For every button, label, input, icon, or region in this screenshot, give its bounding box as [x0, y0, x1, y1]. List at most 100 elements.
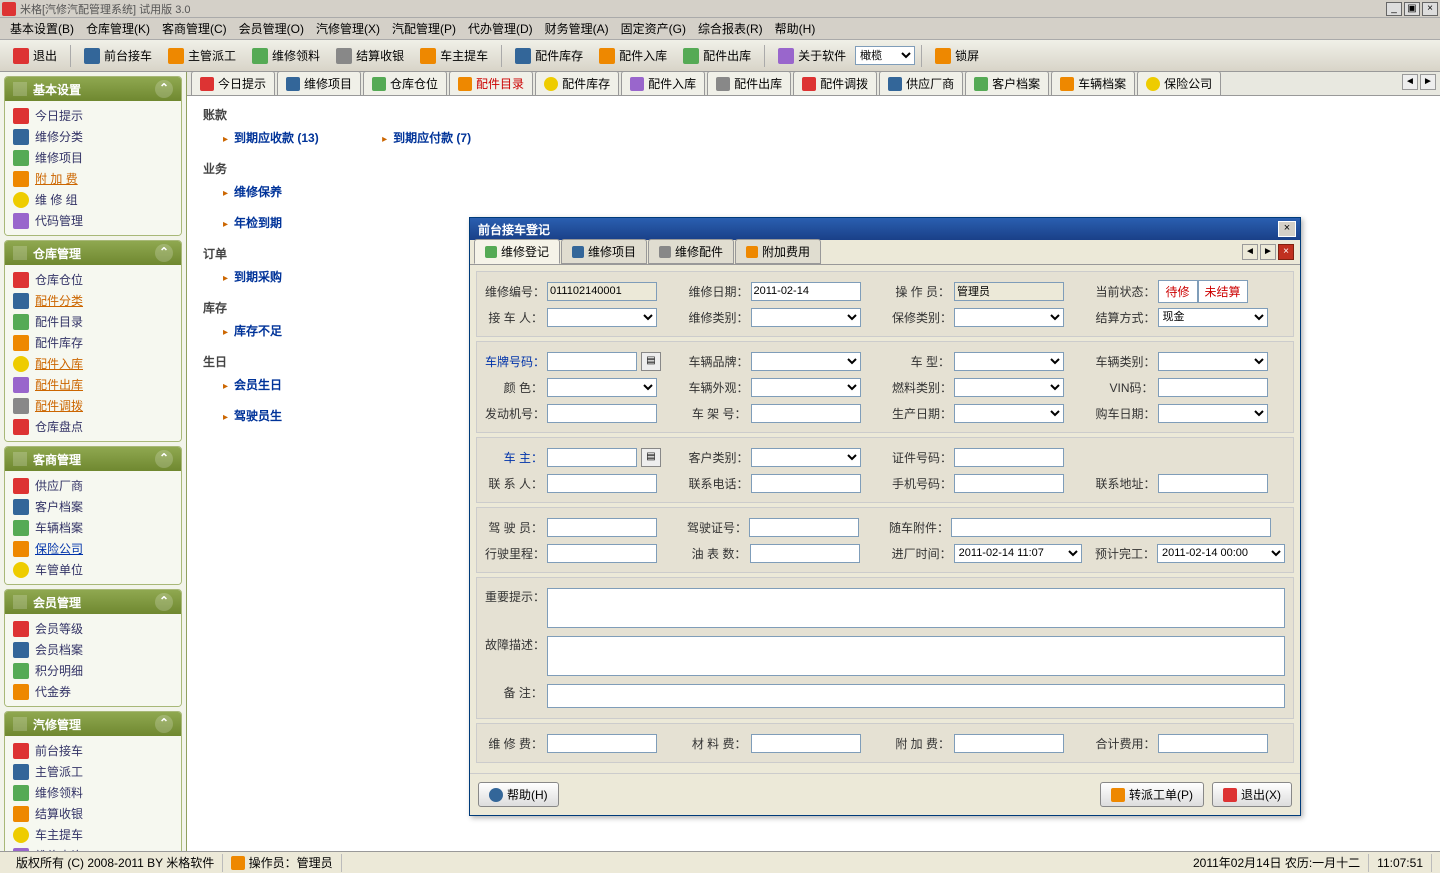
- material-fee[interactable]: [751, 734, 861, 753]
- total-fee[interactable]: [1158, 734, 1268, 753]
- menu-warehouse[interactable]: 仓库管理(K): [80, 18, 156, 39]
- sidebar-item[interactable]: 配件分类: [11, 290, 175, 311]
- repair-type-select[interactable]: [751, 308, 861, 327]
- sidebar-item[interactable]: 供应厂商: [11, 475, 175, 496]
- doc-tab[interactable]: 配件入库: [621, 72, 705, 95]
- plate-lookup-button[interactable]: ▤: [641, 352, 661, 371]
- menu-finance[interactable]: 财务管理(A): [539, 18, 615, 39]
- collapse-icon[interactable]: ⌃: [155, 80, 173, 98]
- link-birthday[interactable]: 会员生日: [223, 376, 282, 393]
- dtab-register[interactable]: 维修登记: [474, 239, 560, 264]
- menu-repair[interactable]: 汽修管理(X): [310, 18, 386, 39]
- sidebar-item[interactable]: 今日提示: [11, 105, 175, 126]
- menu-customer[interactable]: 客商管理(C): [156, 18, 233, 39]
- fault-desc[interactable]: [547, 636, 1285, 676]
- remark[interactable]: [547, 684, 1285, 708]
- phone-input[interactable]: [751, 474, 861, 493]
- dtab-extra[interactable]: 附加费用: [735, 239, 821, 264]
- owner-lookup-button[interactable]: ▤: [641, 448, 661, 467]
- tb-dispatch[interactable]: 主管派工: [161, 43, 243, 68]
- menu-reports[interactable]: 综合报表(R): [692, 18, 769, 39]
- proddate-select[interactable]: [954, 404, 1064, 423]
- sidebar-item[interactable]: 保险公司: [11, 538, 175, 559]
- menu-member[interactable]: 会员管理(O): [233, 18, 310, 39]
- dispatch-button[interactable]: 转派工单(P): [1100, 782, 1204, 807]
- extra-fee[interactable]: [954, 734, 1064, 753]
- sidebar-item[interactable]: 车管单位: [11, 559, 175, 580]
- link-payable[interactable]: 到期应付款 (7): [382, 129, 471, 146]
- fuel-select[interactable]: [954, 378, 1064, 397]
- dtab-next[interactable]: ►: [1260, 244, 1276, 260]
- tb-reception[interactable]: 前台接车: [77, 43, 159, 68]
- model-select[interactable]: [954, 352, 1064, 371]
- doc-tab[interactable]: 配件目录: [449, 72, 533, 95]
- addr-input[interactable]: [1158, 474, 1268, 493]
- warranty-select[interactable]: [954, 308, 1064, 327]
- dialog-close[interactable]: ×: [1278, 221, 1296, 237]
- color-select[interactable]: [547, 378, 657, 397]
- panel-header[interactable]: 基本设置⌃: [5, 77, 181, 101]
- sidebar-item[interactable]: 客户档案: [11, 496, 175, 517]
- sidebar-item[interactable]: 维修项目: [11, 147, 175, 168]
- doc-tab[interactable]: 配件调拨: [793, 72, 877, 95]
- dtab-close[interactable]: ×: [1278, 244, 1294, 260]
- sidebar-item[interactable]: 代金券: [11, 681, 175, 702]
- brand-select[interactable]: [751, 352, 861, 371]
- sidebar-item[interactable]: 配件调拨: [11, 395, 175, 416]
- sidebar-item[interactable]: 结算收银: [11, 803, 175, 824]
- collapse-icon[interactable]: ⌃: [155, 244, 173, 262]
- idno-input[interactable]: [954, 448, 1064, 467]
- sidebar-item[interactable]: 代码管理: [11, 210, 175, 231]
- sidebar-item[interactable]: 会员档案: [11, 639, 175, 660]
- doc-tab[interactable]: 仓库仓位: [363, 72, 447, 95]
- close-button[interactable]: ×: [1422, 2, 1438, 16]
- dtab-prev[interactable]: ◄: [1242, 244, 1258, 260]
- link-inspect[interactable]: 年检到期: [223, 214, 282, 231]
- sidebar-item[interactable]: 仓库盘点: [11, 416, 175, 437]
- doc-tab[interactable]: 车辆档案: [1051, 72, 1135, 95]
- minimize-button[interactable]: _: [1386, 2, 1402, 16]
- sidebar-item[interactable]: 前台接车: [11, 740, 175, 761]
- menu-help[interactable]: 帮助(H): [769, 18, 822, 39]
- panel-header[interactable]: 客商管理⌃: [5, 447, 181, 471]
- tb-checkout[interactable]: 结算收银: [329, 43, 411, 68]
- mobile-input[interactable]: [954, 474, 1064, 493]
- tab-next[interactable]: ►: [1420, 74, 1436, 90]
- link-purchase[interactable]: 到期采购: [223, 268, 282, 285]
- sidebar-item[interactable]: 车主提车: [11, 824, 175, 845]
- sidebar-item[interactable]: 配件目录: [11, 311, 175, 332]
- plate-input[interactable]: [547, 352, 637, 371]
- sidebar-item[interactable]: 维 修 组: [11, 189, 175, 210]
- collapse-icon[interactable]: ⌃: [155, 593, 173, 611]
- menu-agency[interactable]: 代办管理(D): [462, 18, 539, 39]
- attach-input[interactable]: [951, 518, 1271, 537]
- sidebar-item[interactable]: 主管派工: [11, 761, 175, 782]
- tb-stock[interactable]: 配件库存: [508, 43, 590, 68]
- collapse-icon[interactable]: ⌃: [155, 715, 173, 733]
- engine-input[interactable]: [547, 404, 657, 423]
- tab-prev[interactable]: ◄: [1402, 74, 1418, 90]
- doc-tab[interactable]: 维修项目: [277, 72, 361, 95]
- contact-input[interactable]: [547, 474, 657, 493]
- tb-stockin[interactable]: 配件入库: [592, 43, 674, 68]
- tb-exit[interactable]: 退出: [6, 43, 64, 68]
- repair-no-input[interactable]: [547, 282, 657, 301]
- doc-tab[interactable]: 今日提示: [191, 72, 275, 95]
- vtype-select[interactable]: [1158, 352, 1268, 371]
- important-note[interactable]: [547, 588, 1285, 628]
- doc-tab[interactable]: 配件出库: [707, 72, 791, 95]
- tb-stockout[interactable]: 配件出库: [676, 43, 758, 68]
- collapse-icon[interactable]: ⌃: [155, 450, 173, 468]
- custtype-select[interactable]: [751, 448, 861, 467]
- sidebar-item[interactable]: 积分明细: [11, 660, 175, 681]
- repair-fee[interactable]: [547, 734, 657, 753]
- panel-header[interactable]: 汽修管理⌃: [5, 712, 181, 736]
- link-lowstock[interactable]: 库存不足: [223, 322, 282, 339]
- sidebar-item[interactable]: 配件出库: [11, 374, 175, 395]
- est-select[interactable]: 2011-02-14 00:00: [1157, 544, 1285, 563]
- doc-tab[interactable]: 客户档案: [965, 72, 1049, 95]
- doc-tab[interactable]: 供应厂商: [879, 72, 963, 95]
- exit-button[interactable]: 退出(X): [1212, 782, 1292, 807]
- menu-basic[interactable]: 基本设置(B): [4, 18, 80, 39]
- tb-theme-select[interactable]: 橄榄: [855, 46, 915, 65]
